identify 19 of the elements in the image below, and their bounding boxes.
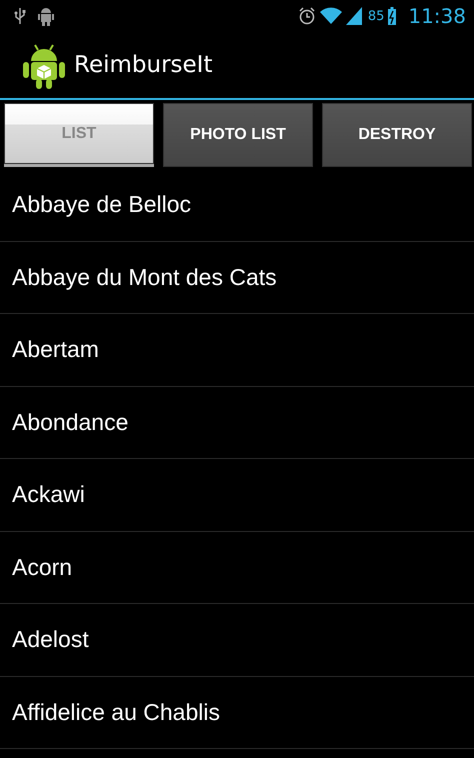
list-item[interactable]: Acorn [0,532,474,604]
wifi-icon [320,7,342,25]
list-item[interactable]: Abertam [0,314,474,386]
list-item[interactable]: Abbaye du Mont des Cats [0,242,474,314]
battery-level: 85 [368,8,384,24]
list-item[interactable]: Affidelice au Chablis [0,676,474,749]
tab[interactable]: DESTROY [322,103,472,167]
app-title: ReimburseIt [74,52,212,78]
alarm-icon [298,7,316,25]
list-item[interactable]: Ackawi [0,459,474,532]
robot-icon [38,6,54,26]
clock-time: 11:38 [408,4,466,28]
list-item[interactable]: Adelost [0,604,474,676]
battery-icon [388,7,396,25]
usb-icon [14,7,26,25]
tab[interactable]: PHOTO LIST [163,103,313,167]
signal-icon [346,7,362,25]
list-item[interactable]: Abbaye de Belloc [0,169,474,242]
list-item[interactable]: Abondance [0,386,474,459]
